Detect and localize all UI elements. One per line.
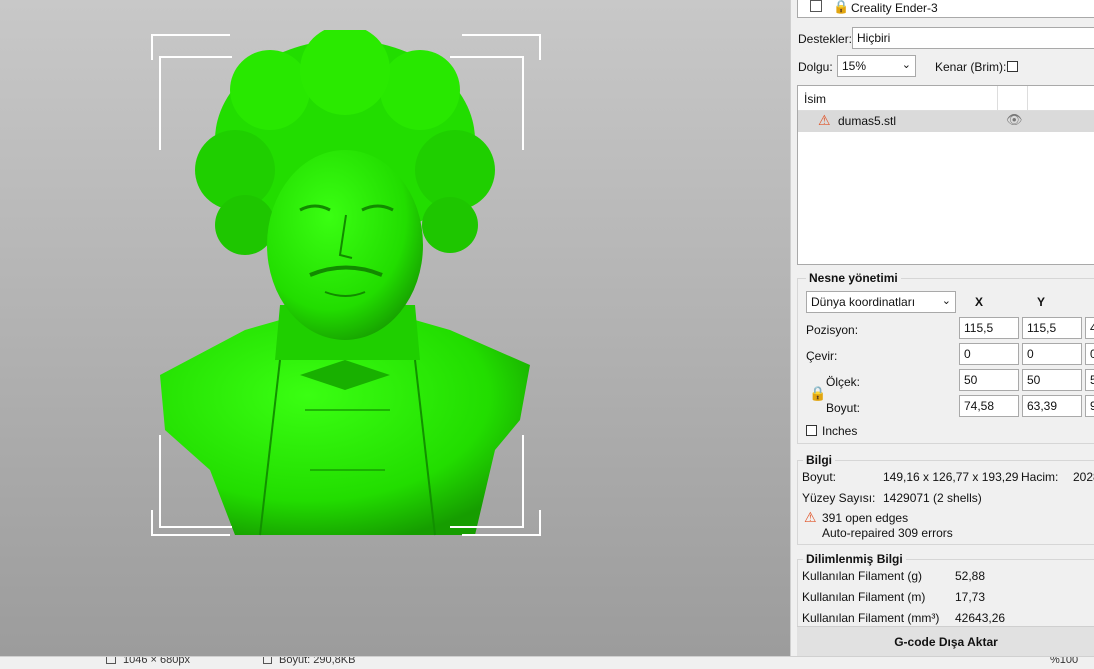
bust-model[interactable] (150, 30, 545, 540)
warning-icon: ⚠ (804, 509, 817, 525)
image-dimensions-icon (106, 657, 116, 664)
object-list[interactable]: İsim ⚠ dumas5.stl 👁 (797, 85, 1094, 265)
scale-z-input[interactable]: 5 (1085, 369, 1094, 391)
infill-label: Dolgu: (798, 60, 833, 74)
filament-g-label: Kullanılan Filament (g) (802, 569, 923, 583)
rotation-z-value: 0 (1090, 347, 1094, 361)
size-x-value: 74,58 (964, 399, 995, 413)
coordinate-system-select[interactable]: Dünya koordinatları ⌄ (806, 291, 956, 313)
coordinate-system-value: Dünya koordinatları (811, 295, 916, 309)
rotation-z-input[interactable]: 0 (1085, 343, 1094, 365)
scale-y-value: 50 (1027, 373, 1041, 387)
scale-x-input[interactable]: 50 (959, 369, 1019, 391)
position-z-value: 4 (1090, 321, 1094, 335)
column-divider (1027, 86, 1028, 110)
export-gcode-button[interactable]: G-code Dışa Aktar (797, 626, 1094, 656)
filament-m-value: 17,73 (955, 590, 986, 604)
column-header-name: İsim (804, 92, 826, 106)
rotation-y-input[interactable]: 0 (1022, 343, 1082, 365)
infill-value: 15% (842, 59, 867, 73)
rotation-label: Çevir: (806, 349, 838, 363)
position-y-input[interactable]: 115,5 (1022, 317, 1082, 339)
supports-label: Destekler: (798, 32, 853, 46)
file-size: Boyut: 290,8KB (279, 656, 356, 666)
position-x-input[interactable]: 115,5 (959, 317, 1019, 339)
info-size-value: 149,16 x 126,77 x 193,29 (883, 470, 1019, 484)
open-edges-text: 391 open edges (822, 511, 909, 525)
scale-y-input[interactable]: 50 (1022, 369, 1082, 391)
brim-checkbox[interactable] (1007, 61, 1018, 72)
status-bar: 1046 × 680px Boyut: 290,8KB %100 (0, 656, 1094, 669)
settings-panel: 🔒 Creality Ender-3 Destekler: Hiçbiri Do… (790, 0, 1094, 656)
filament-mm3-value: 42643,26 (955, 611, 1006, 625)
chevron-down-icon: ⌄ (901, 59, 911, 71)
position-z-input[interactable]: 4 (1085, 317, 1094, 339)
filament-mm3-label: Kullanılan Filament (mm³) (802, 611, 940, 625)
printer-name: Creality Ender-3 (851, 1, 938, 15)
brim-label: Kenar (Brim): (935, 60, 1007, 74)
rotation-y-value: 0 (1027, 347, 1034, 361)
object-list-header: İsim (798, 86, 1094, 111)
filament-g-value: 52,88 (955, 569, 986, 583)
object-name: dumas5.stl (838, 114, 897, 128)
printer-icon (810, 0, 822, 12)
column-divider (997, 86, 998, 110)
scale-z-value: 5 (1090, 373, 1094, 387)
size-z-value: 9 (1090, 399, 1094, 413)
size-label: Boyut: (826, 401, 861, 415)
zoom-level: %100 (1050, 656, 1079, 666)
filament-m-label: Kullanılan Filament (m) (802, 590, 926, 604)
axis-x-label: X (975, 295, 984, 309)
size-y-input[interactable]: 63,39 (1022, 395, 1082, 417)
3d-viewport[interactable] (0, 0, 790, 656)
list-item[interactable]: ⚠ dumas5.stl 👁 (798, 111, 1094, 132)
chevron-down-icon: ⌄ (941, 295, 951, 307)
infill-select[interactable]: 15% ⌄ (837, 55, 916, 77)
info-title: Bilgi (803, 453, 835, 467)
save-icon (263, 657, 272, 664)
lock-icon[interactable]: 🔒 (809, 385, 826, 402)
scale-x-value: 50 (964, 373, 978, 387)
rotation-x-value: 0 (964, 347, 971, 361)
size-y-value: 63,39 (1027, 399, 1058, 413)
scale-label: Ölçek: (826, 375, 861, 389)
info-volume-label: Hacim: (1021, 470, 1059, 484)
info-facets-value: 1429071 (2 shells) (883, 491, 982, 505)
position-y-value: 115,5 (1027, 321, 1057, 335)
lock-icon: 🔒 (833, 0, 850, 14)
sliced-info-title: Dilimlenmiş Bilgi (803, 552, 906, 566)
position-label: Pozisyon: (806, 323, 859, 337)
info-facets-label: Yüzey Sayısı: (802, 491, 876, 505)
info-size-label: Boyut: (802, 470, 837, 484)
eye-icon[interactable]: 👁 (1006, 112, 1023, 128)
info-volume-value: 2028 (1073, 470, 1094, 484)
size-x-input[interactable]: 74,58 (959, 395, 1019, 417)
axis-y-label: Y (1037, 295, 1046, 309)
rotation-x-input[interactable]: 0 (959, 343, 1019, 365)
image-dimensions: 1046 × 680px (123, 656, 190, 666)
warning-icon: ⚠ (818, 112, 831, 128)
position-x-value: 115,5 (964, 321, 994, 335)
inches-label: Inches (822, 424, 858, 438)
inches-checkbox[interactable] (806, 425, 817, 436)
supports-select[interactable]: Hiçbiri (852, 27, 1094, 49)
auto-repaired-text: Auto-repaired 309 errors (822, 526, 953, 540)
supports-value: Hiçbiri (857, 31, 891, 45)
printer-selector[interactable]: 🔒 Creality Ender-3 (797, 0, 1094, 18)
size-z-input[interactable]: 9 (1085, 395, 1094, 417)
object-manipulation-title: Nesne yönetimi (806, 271, 901, 285)
